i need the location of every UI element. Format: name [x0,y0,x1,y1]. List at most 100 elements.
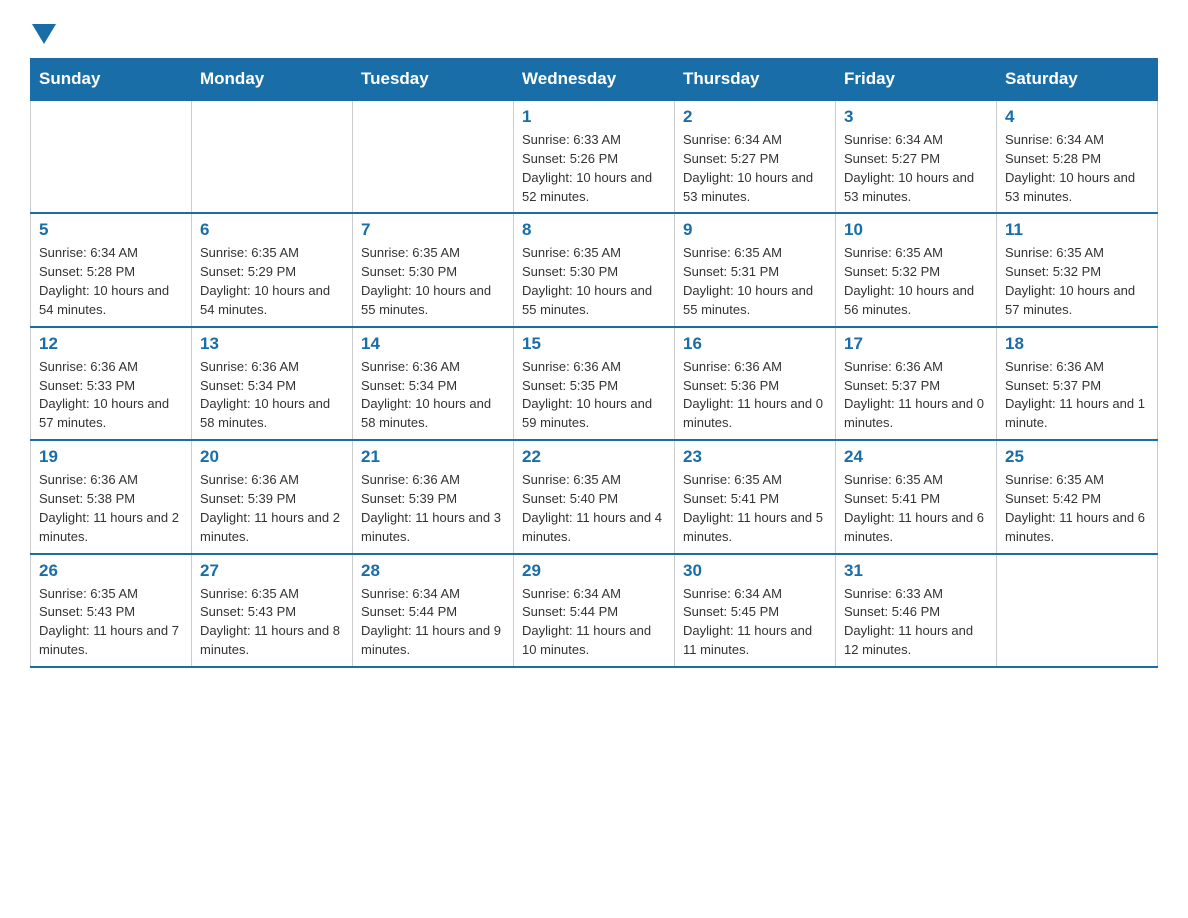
day-number: 18 [1005,334,1149,354]
day-number: 15 [522,334,666,354]
calendar-week-row: 5 Sunrise: 6:34 AM Sunset: 5:28 PM Daylig… [31,213,1158,326]
day-number: 30 [683,561,827,581]
calendar-cell: 20 Sunrise: 6:36 AM Sunset: 5:39 PM Dayli… [192,440,353,553]
calendar-cell: 1Sunrise: 6:33 AM Sunset: 5:26 PM Daylig… [514,100,675,213]
weekday-header-thursday: Thursday [675,59,836,101]
weekday-header-saturday: Saturday [997,59,1158,101]
day-info: Sunrise: 6:36 AM Sunset: 5:35 PM Dayligh… [522,358,666,433]
day-number: 16 [683,334,827,354]
calendar-cell [997,554,1158,667]
weekday-header-wednesday: Wednesday [514,59,675,101]
day-info: Sunrise: 6:36 AM Sunset: 5:36 PM Dayligh… [683,358,827,433]
weekday-header-tuesday: Tuesday [353,59,514,101]
calendar-cell [31,100,192,213]
calendar-cell: 13 Sunrise: 6:36 AM Sunset: 5:34 PM Dayli… [192,327,353,440]
day-info: Sunrise: 6:36 AM Sunset: 5:38 PM Dayligh… [39,471,183,546]
day-info: Sunrise: 6:34 AM Sunset: 5:44 PM Dayligh… [522,585,666,660]
logo-arrow-icon [32,24,56,44]
day-number: 5 [39,220,183,240]
calendar-cell: 3 Sunrise: 6:34 AM Sunset: 5:27 PM Daylig… [836,100,997,213]
calendar-cell: 28 Sunrise: 6:34 AM Sunset: 5:44 PM Dayli… [353,554,514,667]
day-number: 14 [361,334,505,354]
weekday-header-monday: Monday [192,59,353,101]
calendar-cell: 18Sunrise: 6:36 AM Sunset: 5:37 PM Dayli… [997,327,1158,440]
day-number: 19 [39,447,183,467]
day-number: 17 [844,334,988,354]
day-info: Sunrise: 6:35 AM Sunset: 5:43 PM Dayligh… [39,585,183,660]
calendar-cell: 8 Sunrise: 6:35 AM Sunset: 5:30 PM Daylig… [514,213,675,326]
day-number: 3 [844,107,988,127]
day-info: Sunrise: 6:36 AM Sunset: 5:33 PM Dayligh… [39,358,183,433]
calendar-cell: 26 Sunrise: 6:35 AM Sunset: 5:43 PM Dayli… [31,554,192,667]
day-number: 28 [361,561,505,581]
day-info: Sunrise: 6:35 AM Sunset: 5:40 PM Dayligh… [522,471,666,546]
day-number: 24 [844,447,988,467]
day-info: Sunrise: 6:35 AM Sunset: 5:43 PM Dayligh… [200,585,344,660]
day-info: Sunrise: 6:34 AM Sunset: 5:44 PM Dayligh… [361,585,505,660]
calendar-cell: 24 Sunrise: 6:35 AM Sunset: 5:41 PM Dayli… [836,440,997,553]
day-number: 6 [200,220,344,240]
day-number: 8 [522,220,666,240]
day-info: Sunrise: 6:35 AM Sunset: 5:32 PM Dayligh… [844,244,988,319]
calendar-cell: 27 Sunrise: 6:35 AM Sunset: 5:43 PM Dayli… [192,554,353,667]
calendar-cell: 15 Sunrise: 6:36 AM Sunset: 5:35 PM Dayli… [514,327,675,440]
calendar-cell: 25 Sunrise: 6:35 AM Sunset: 5:42 PM Dayli… [997,440,1158,553]
calendar-cell [353,100,514,213]
day-number: 27 [200,561,344,581]
calendar-week-row: 12 Sunrise: 6:36 AM Sunset: 5:33 PM Dayli… [31,327,1158,440]
day-info: Sunrise: 6:35 AM Sunset: 5:41 PM Dayligh… [683,471,827,546]
calendar-week-row: 26 Sunrise: 6:35 AM Sunset: 5:43 PM Dayli… [31,554,1158,667]
day-info: Sunrise: 6:34 AM Sunset: 5:27 PM Dayligh… [844,131,988,206]
calendar-cell: 10 Sunrise: 6:35 AM Sunset: 5:32 PM Dayli… [836,213,997,326]
day-number: 22 [522,447,666,467]
day-number: 29 [522,561,666,581]
day-number: 23 [683,447,827,467]
day-number: 12 [39,334,183,354]
day-info: Sunrise: 6:36 AM Sunset: 5:39 PM Dayligh… [361,471,505,546]
day-info: Sunrise: 6:36 AM Sunset: 5:34 PM Dayligh… [361,358,505,433]
calendar-cell: 30 Sunrise: 6:34 AM Sunset: 5:45 PM Dayli… [675,554,836,667]
day-number: 26 [39,561,183,581]
day-info: Sunrise: 6:34 AM Sunset: 5:27 PM Dayligh… [683,131,827,206]
calendar-week-row: 1Sunrise: 6:33 AM Sunset: 5:26 PM Daylig… [31,100,1158,213]
logo [30,20,56,40]
day-number: 21 [361,447,505,467]
day-info: Sunrise: 6:34 AM Sunset: 5:28 PM Dayligh… [39,244,183,319]
calendar-cell: 5 Sunrise: 6:34 AM Sunset: 5:28 PM Daylig… [31,213,192,326]
calendar-cell: 2 Sunrise: 6:34 AM Sunset: 5:27 PM Daylig… [675,100,836,213]
day-number: 20 [200,447,344,467]
day-number: 9 [683,220,827,240]
day-info: Sunrise: 6:35 AM Sunset: 5:29 PM Dayligh… [200,244,344,319]
day-info: Sunrise: 6:35 AM Sunset: 5:32 PM Dayligh… [1005,244,1149,319]
day-info: Sunrise: 6:35 AM Sunset: 5:30 PM Dayligh… [522,244,666,319]
day-number: 4 [1005,107,1149,127]
day-info: Sunrise: 6:36 AM Sunset: 5:37 PM Dayligh… [844,358,988,433]
calendar-cell: 11 Sunrise: 6:35 AM Sunset: 5:32 PM Dayli… [997,213,1158,326]
calendar-cell: 16 Sunrise: 6:36 AM Sunset: 5:36 PM Dayli… [675,327,836,440]
day-info: Sunrise: 6:36 AM Sunset: 5:34 PM Dayligh… [200,358,344,433]
day-info: Sunrise: 6:35 AM Sunset: 5:42 PM Dayligh… [1005,471,1149,546]
day-info: Sunrise: 6:35 AM Sunset: 5:31 PM Dayligh… [683,244,827,319]
weekday-header-friday: Friday [836,59,997,101]
weekday-header-row: SundayMondayTuesdayWednesdayThursdayFrid… [31,59,1158,101]
day-info: Sunrise: 6:35 AM Sunset: 5:41 PM Dayligh… [844,471,988,546]
day-info: Sunrise: 6:33 AM Sunset: 5:26 PM Dayligh… [522,131,666,206]
day-info: Sunrise: 6:34 AM Sunset: 5:45 PM Dayligh… [683,585,827,660]
calendar-cell: 4Sunrise: 6:34 AM Sunset: 5:28 PM Daylig… [997,100,1158,213]
day-number: 31 [844,561,988,581]
day-number: 25 [1005,447,1149,467]
day-info: Sunrise: 6:35 AM Sunset: 5:30 PM Dayligh… [361,244,505,319]
weekday-header-sunday: Sunday [31,59,192,101]
day-number: 2 [683,107,827,127]
calendar-cell: 31Sunrise: 6:33 AM Sunset: 5:46 PM Dayli… [836,554,997,667]
day-info: Sunrise: 6:36 AM Sunset: 5:39 PM Dayligh… [200,471,344,546]
day-number: 10 [844,220,988,240]
calendar-cell: 22 Sunrise: 6:35 AM Sunset: 5:40 PM Dayli… [514,440,675,553]
day-number: 13 [200,334,344,354]
calendar-cell: 29 Sunrise: 6:34 AM Sunset: 5:44 PM Dayli… [514,554,675,667]
day-number: 11 [1005,220,1149,240]
page-header [30,20,1158,40]
calendar-table: SundayMondayTuesdayWednesdayThursdayFrid… [30,58,1158,668]
calendar-cell: 7Sunrise: 6:35 AM Sunset: 5:30 PM Daylig… [353,213,514,326]
calendar-cell: 21 Sunrise: 6:36 AM Sunset: 5:39 PM Dayli… [353,440,514,553]
